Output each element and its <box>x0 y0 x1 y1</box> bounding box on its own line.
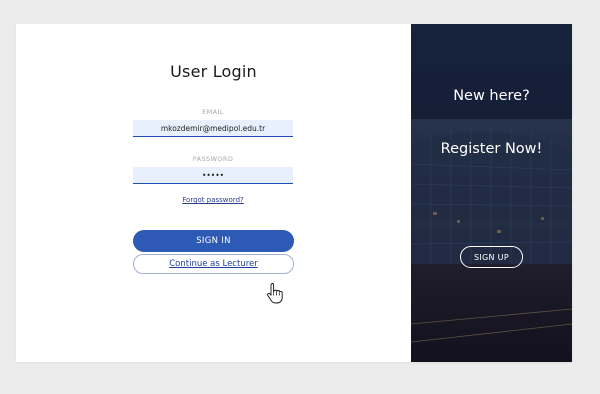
city-background-image <box>411 24 572 362</box>
login-card: User Login EMAIL PASSWORD Forgot passwor… <box>16 24 572 362</box>
sign-up-button[interactable]: SIGN UP <box>460 246 523 268</box>
email-label: EMAIL <box>202 108 224 116</box>
page-title: User Login <box>170 62 257 81</box>
hand-pointer-icon <box>267 283 283 304</box>
password-label: PASSWORD <box>192 155 234 163</box>
continue-as-lecturer-button[interactable]: Continue as Lecturer <box>133 254 294 274</box>
forgot-password-link[interactable]: Forgot password? <box>133 196 293 204</box>
new-here-heading: New here? <box>453 88 530 104</box>
email-field[interactable] <box>133 120 293 137</box>
register-now-heading: Register Now! <box>440 141 543 157</box>
sign-in-button[interactable]: SIGN IN <box>133 230 294 252</box>
password-field[interactable] <box>133 167 293 184</box>
login-panel: User Login EMAIL PASSWORD Forgot passwor… <box>16 24 411 362</box>
signup-panel: New here? Register Now! SIGN UP <box>411 24 572 362</box>
